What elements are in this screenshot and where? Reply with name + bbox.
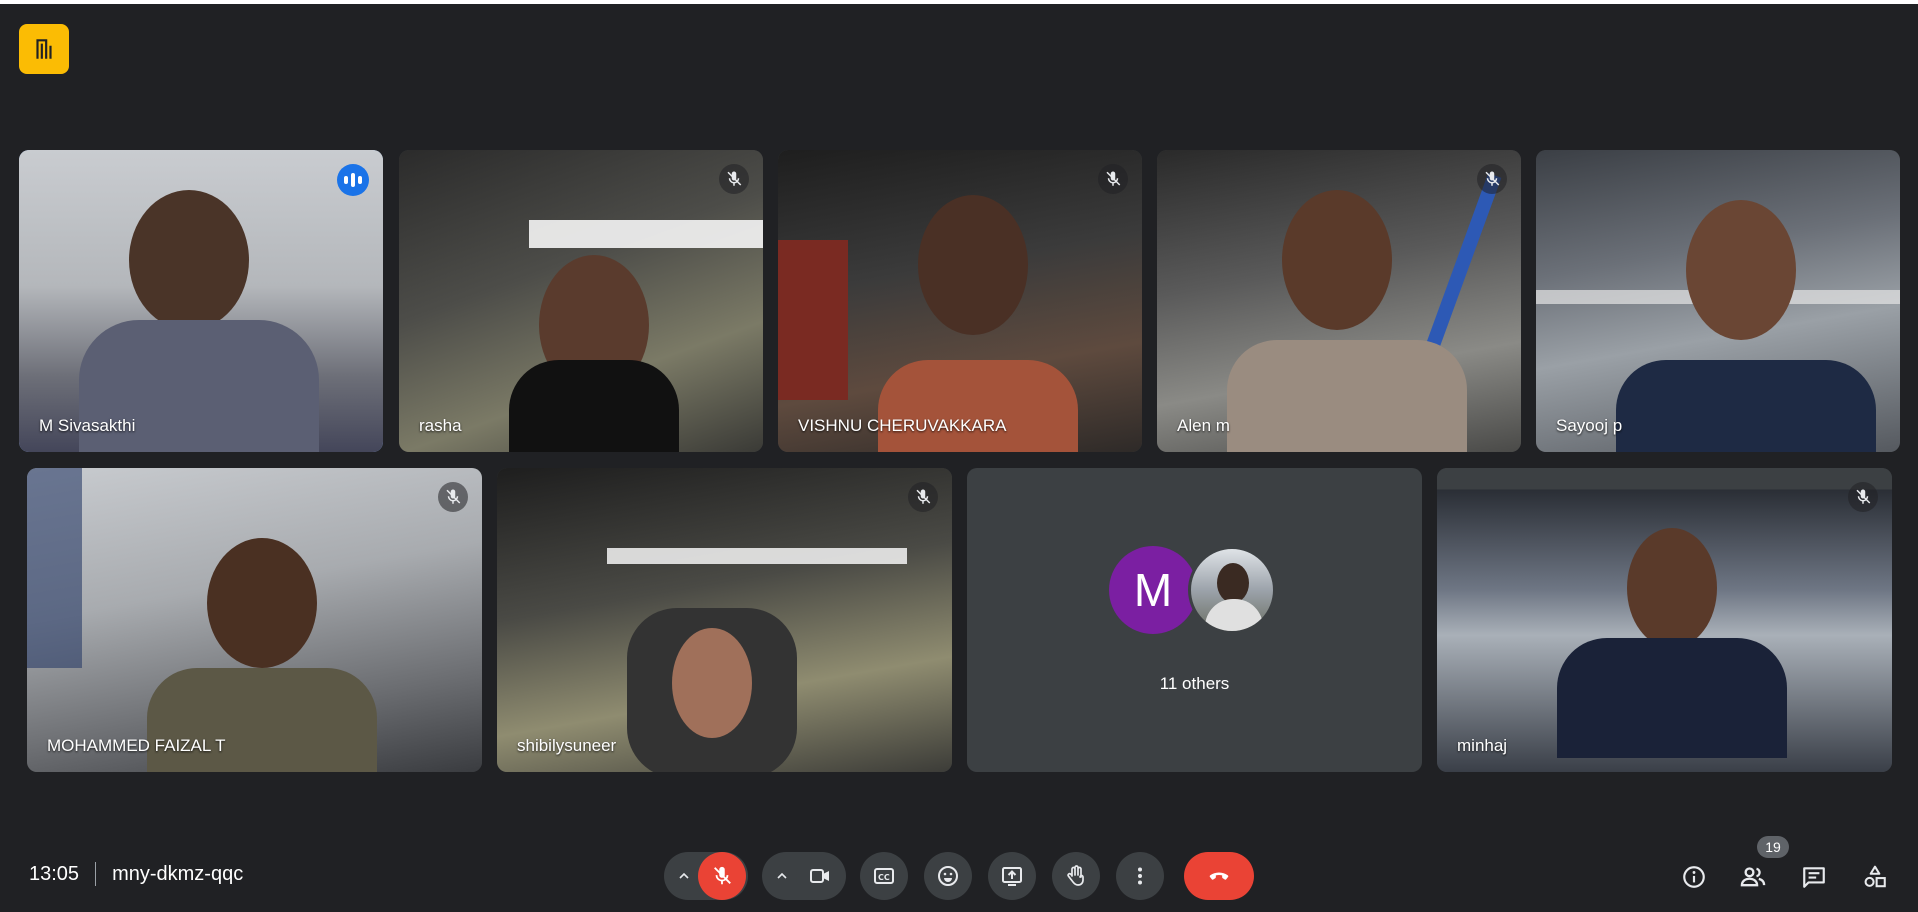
participant-name: M Sivasakthi (39, 416, 136, 435)
chevron-up-icon[interactable] (766, 858, 798, 894)
people-icon[interactable] (1733, 857, 1773, 897)
video-feed (27, 468, 482, 772)
others-tile[interactable]: M 11 others (967, 468, 1422, 772)
video-feed (1157, 150, 1521, 452)
participant-tile[interactable]: VISHNU CHERUVAKKARA (778, 150, 1142, 452)
participant-tile[interactable]: shibilysuneer (497, 468, 952, 772)
video-feed (1536, 150, 1900, 452)
meeting-code: mny-dkmz-qqc (112, 862, 244, 885)
video-feed (778, 150, 1142, 452)
mic-off-icon (1477, 164, 1507, 194)
shapes-icon[interactable] (1855, 857, 1895, 897)
participant-name: Sayooj p (1556, 416, 1623, 435)
mic-off-icon (908, 482, 938, 512)
participant-tile[interactable]: M Sivasakthi (19, 150, 383, 452)
chat-icon[interactable] (1794, 857, 1834, 897)
video-feed (497, 468, 952, 772)
hand-icon[interactable] (1052, 852, 1100, 900)
participant-tile[interactable]: rasha (399, 150, 763, 452)
mic-off-icon (1848, 482, 1878, 512)
meeting-info: 13:05 mny-dkmz-qqc (29, 862, 243, 886)
emoji-icon[interactable] (924, 852, 972, 900)
others-count-label: 11 others (1159, 674, 1230, 693)
closed-caption-icon[interactable]: CC (860, 852, 908, 900)
meeting-time: 13:05 (29, 862, 80, 885)
participant-tile[interactable]: MOHAMMED FAIZAL T (27, 468, 482, 772)
mic-off-icon[interactable] (698, 852, 746, 900)
mic-off-icon (438, 482, 468, 512)
mic-off-icon (719, 164, 749, 194)
participant-name: MOHAMMED FAIZAL T (47, 736, 226, 755)
videocam-icon[interactable] (796, 852, 844, 900)
more-vert-icon[interactable] (1116, 852, 1164, 900)
people-count-badge: 19 (1757, 836, 1789, 858)
participant-name: rasha (419, 416, 462, 435)
participant-name: shibilysuneer (517, 736, 617, 755)
top-border (0, 0, 1918, 4)
participant-name: VISHNU CHERUVAKKARA (798, 416, 1007, 435)
participant-tile[interactable]: Alen m (1157, 150, 1521, 452)
video-feed (399, 150, 763, 452)
avatar: M (1109, 546, 1197, 634)
divider (95, 862, 97, 886)
video-feed (1437, 468, 1892, 772)
participant-tile[interactable]: minhaj (1437, 468, 1892, 772)
participant-name: minhaj (1457, 736, 1508, 755)
door-icon[interactable] (19, 24, 69, 74)
mic-off-icon (1098, 164, 1128, 194)
video-feed (19, 150, 383, 452)
chevron-up-icon[interactable] (668, 858, 700, 894)
participant-name: Alen m (1177, 416, 1230, 435)
call-end-icon[interactable] (1184, 852, 1254, 900)
svg-text:CC: CC (878, 873, 890, 882)
participant-tile[interactable]: Sayooj p (1536, 150, 1900, 452)
present-screen-icon[interactable] (988, 852, 1036, 900)
avatar (1188, 546, 1276, 634)
info-icon[interactable] (1674, 857, 1714, 897)
speaking-indicator-icon (337, 164, 369, 196)
